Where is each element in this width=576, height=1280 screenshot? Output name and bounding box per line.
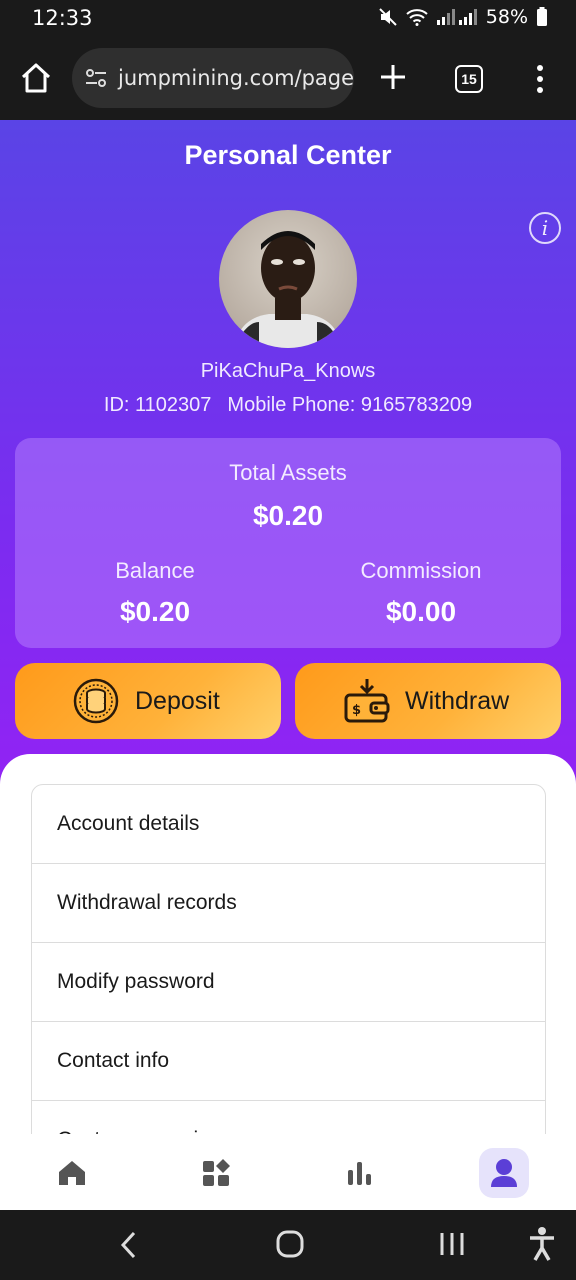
apps-icon	[203, 1159, 230, 1186]
nav-stats[interactable]	[335, 1148, 385, 1198]
deposit-button[interactable]: Deposit	[15, 663, 281, 739]
menu-item-modify-password[interactable]: Modify password	[32, 943, 545, 1022]
user-icon	[491, 1159, 517, 1187]
home-icon	[59, 1161, 85, 1185]
avatar-photo	[234, 231, 342, 348]
battery-percent: 58%	[485, 6, 528, 28]
battery-icon	[537, 7, 547, 26]
tab-switcher-button[interactable]: 15	[455, 65, 483, 93]
user-details: ID: 1102307 Mobile Phone: 9165783209	[0, 394, 576, 417]
home-icon[interactable]	[18, 60, 54, 96]
menu-item-account-details[interactable]: Account details	[32, 785, 545, 864]
balance-label: Balance	[115, 558, 195, 583]
status-icons: 58%	[378, 6, 548, 28]
menu-item-withdrawal-records[interactable]: Withdrawal records	[32, 864, 545, 943]
page-title: Personal Center	[184, 140, 392, 170]
menu-item-contact-info[interactable]: Contact info	[32, 1022, 545, 1101]
home-circle-icon[interactable]	[276, 1230, 304, 1258]
new-tab-icon[interactable]	[378, 62, 408, 92]
chart-icon	[348, 1162, 371, 1185]
user-phone: Mobile Phone: 9165783209	[227, 394, 473, 416]
back-icon[interactable]	[118, 1230, 138, 1260]
status-time: 12:33	[32, 6, 93, 30]
system-nav-bar	[0, 1210, 576, 1280]
menu-panel: Account details Withdrawal records Modif…	[0, 754, 576, 1134]
deposit-label: Deposit	[135, 686, 220, 715]
nav-apps[interactable]	[191, 1148, 241, 1198]
recents-icon[interactable]	[439, 1231, 465, 1257]
total-assets-label: Total Assets	[229, 460, 347, 485]
commission-value: $0.00	[385, 596, 457, 627]
signal-icon	[436, 9, 477, 25]
withdraw-button[interactable]: $ Withdraw	[295, 663, 561, 739]
balance-value: $0.20	[119, 596, 191, 627]
menu-item-customer-service[interactable]: Customer service	[32, 1101, 545, 1134]
user-id: ID: 1102307	[103, 394, 212, 416]
nav-home[interactable]	[47, 1148, 97, 1198]
info-icon[interactable]: i	[529, 212, 561, 244]
accessibility-icon[interactable]	[528, 1226, 556, 1262]
assets-card: Total Assets $0.20 Balance $0.20 Commiss…	[15, 438, 561, 648]
site-settings-icon[interactable]	[84, 66, 108, 90]
total-assets-value: $0.20	[252, 500, 324, 531]
bottom-nav	[0, 1134, 576, 1210]
coins-icon	[73, 678, 119, 724]
commission-label: Commission	[360, 558, 482, 583]
browser-toolbar: jumpmining.com/pages 15	[0, 36, 576, 120]
menu-list: Account details Withdrawal records Modif…	[31, 784, 546, 1134]
personal-center-page: Personal Center i PiKaChuPa_Knows ID: 11…	[0, 120, 576, 1134]
mute-icon	[379, 8, 397, 26]
svg-text:$: $	[352, 703, 361, 718]
avatar	[219, 210, 357, 348]
url-text: jumpmining.com/pages	[118, 66, 354, 90]
address-bar[interactable]: jumpmining.com/pages	[72, 48, 354, 108]
status-bar: 12:33 58%	[0, 0, 576, 36]
wifi-icon	[406, 9, 428, 26]
username: PiKaChuPa_Knows	[200, 360, 376, 382]
more-menu-icon[interactable]	[533, 64, 547, 94]
nav-profile[interactable]	[479, 1148, 529, 1198]
wallet-withdraw-icon: $	[344, 679, 390, 723]
withdraw-label: Withdraw	[405, 686, 510, 715]
